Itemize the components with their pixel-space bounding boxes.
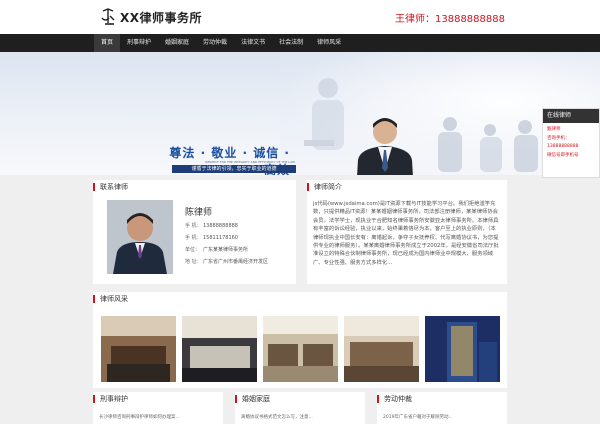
section-marker [307,183,309,191]
banner-slogan-en: RESPECT FOR THE INTEGRITY AND EFFICIENCY… [205,160,295,164]
lawyer-photo [107,200,173,274]
nav-marriage-family[interactable]: 婚姻家庭 [158,34,196,52]
main-nav: 首页 刑事辩护 婚姻家庭 劳动仲裁 法律文书 社会法制 律师风采 [0,34,600,52]
logo-text: XX律师事务所 [120,10,203,25]
online-wechat: 微信号即手机号 [547,152,579,158]
marriage-family-title[interactable]: 婚姻家庭 [242,394,270,404]
lawyer-gallery-panel: 律师风采 [93,292,507,388]
criminal-defense-panel: 刑事辩护 长沙律师咨询刑事辩护律师如何办理案... [93,392,223,424]
section-marker [93,295,95,303]
gallery-panel-title: 律师风采 [100,295,128,303]
nav-legal-documents[interactable]: 法律文书 [234,34,272,52]
online-phone-number[interactable]: 13888888888 [543,143,599,152]
online-lawyer-widget[interactable]: 在线律师 甄律师 咨询手机： 13888888888 微信号即手机号 [542,108,600,178]
hero-banner[interactable]: 尊法 · 敬业 · 诚信 · 高效 RESPECT FOR THE INTEGR… [0,52,600,175]
lawyer-intro-panel: 律师简介 js代码(www.jsdaima.com)是IT资源下载与IT技能学习… [307,180,507,284]
labor-arbitration-title[interactable]: 劳动仲裁 [384,394,412,404]
marriage-family-article[interactable]: 离婚协议书格式范文怎么写，注意... [241,414,313,420]
nav-criminal-defense[interactable]: 刑事辩护 [120,34,158,52]
banner-slogan-sub: 谨循于法律的引领，忠实于职业的道德 [172,165,296,173]
criminal-defense-title[interactable]: 刑事辩护 [100,394,128,404]
info-address: 地 址：广东省广州市番禺经济开发区 [185,259,269,265]
phone-value[interactable]: 13888888888 [203,223,238,229]
nav-social-law[interactable]: 社会法制 [272,34,310,52]
online-lawyer-name: 甄律师 [547,127,561,132]
info-mobile: 手 机：15811178160 [185,235,238,241]
section-marker [93,183,95,191]
intro-panel-title: 律师简介 [314,183,342,191]
labor-arbitration-article[interactable]: 2019年广东省户籍对于解除劳动... [383,414,453,420]
nav-labor-arbitration[interactable]: 劳动仲裁 [196,34,234,52]
online-phone-label: 咨询手机： [547,135,570,141]
gallery-image-reception[interactable] [182,316,257,382]
info-unit: 单位： 广东某某律师事务所 [185,247,249,253]
contact-lawyer-panel: 联系律师 陈律师 手 机：13888888888 手 机：15811178160… [93,180,296,284]
scales-logo-icon [101,8,115,25]
nav-home[interactable]: 首页 [94,34,121,52]
criminal-defense-article[interactable]: 长沙律师咨询刑事辩护律师如何办理案... [99,414,180,420]
address-value: 广东省广州市番禺经济开发区 [203,259,269,265]
intro-text: js代码(www.jsdaima.com)是IT资源下载与IT技能学习平台。我们… [313,201,499,266]
lawyer-name: 陈律师 [185,208,213,218]
section-marker [377,395,379,403]
site-header: XX律师事务所 王律师：13888888888 [0,0,600,34]
unit-value: 广东某某律师事务所 [203,247,249,253]
marriage-family-panel: 婚姻家庭 离婚协议书格式范文怎么写，注意... [235,392,365,424]
nav-lawyer-style[interactable]: 律师风采 [310,34,348,52]
background-people-image [438,117,538,172]
gallery-image-meeting-room[interactable] [101,316,176,382]
info-phone: 手 机：13888888888 [185,223,238,229]
gallery-image-building[interactable] [425,316,500,382]
section-marker [93,395,95,403]
labor-arbitration-panel: 劳动仲裁 2019年广东省户籍对于解除劳动... [377,392,507,424]
gallery-image-office[interactable] [263,316,338,382]
lawyer-banner-figure [357,118,413,175]
gallery-image-conference[interactable] [344,316,419,382]
online-widget-title: 在线律师 [543,109,599,123]
contact-panel-title: 联系律师 [100,183,128,191]
header-phone: 王律师：13888888888 [395,14,505,25]
site-logo[interactable]: XX律师事务所 [100,8,202,26]
mobile-value[interactable]: 15811178160 [203,235,238,241]
section-marker [235,395,237,403]
